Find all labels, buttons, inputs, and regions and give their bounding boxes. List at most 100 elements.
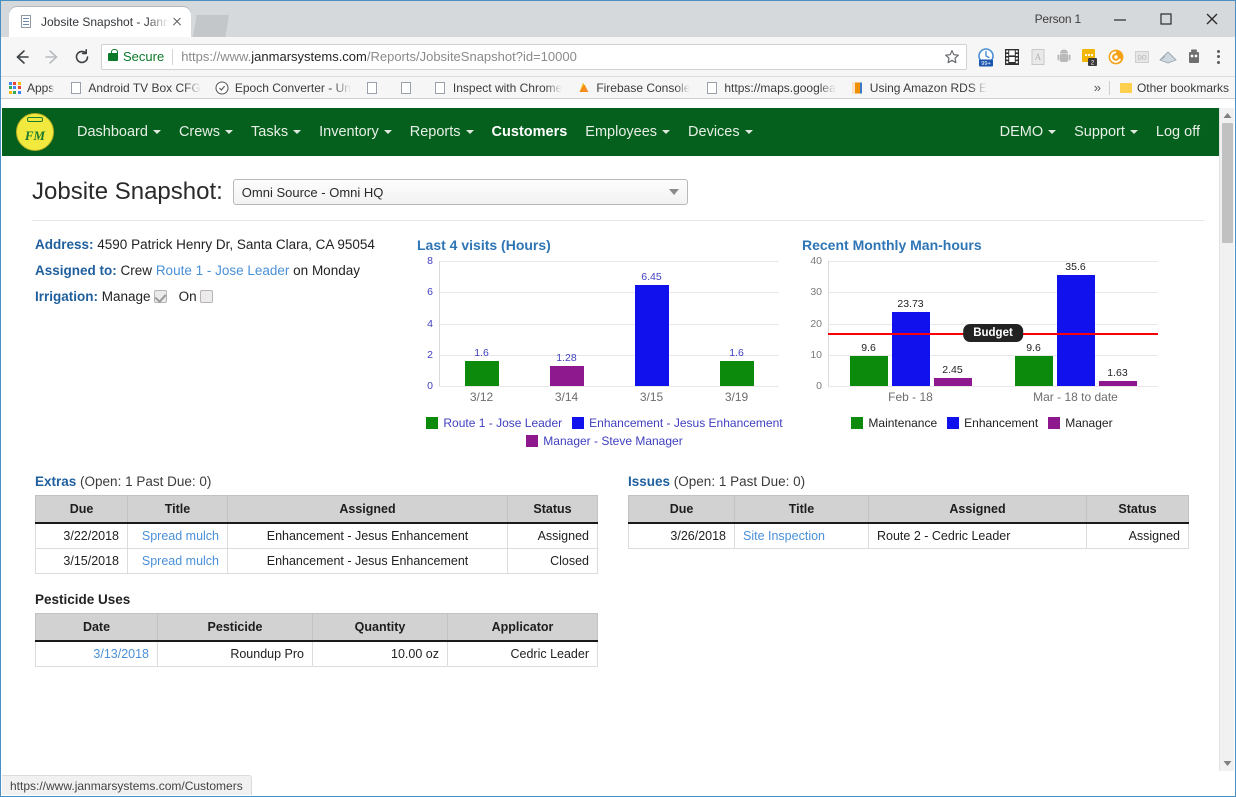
column-header-date[interactable]: Date — [36, 614, 158, 642]
cell-date-link[interactable]: 3/13/2018 — [36, 641, 158, 667]
table-row: 3/22/2018 Spread mulch Enhancement - Jes… — [36, 523, 598, 549]
bookmark-using-amazon-rds[interactable]: Using Amazon RDS E — [850, 80, 987, 95]
column-header-status[interactable]: Status — [508, 496, 598, 524]
chart-area: 024681.61.286.451.6 3/123/143/153/19 Rou… — [417, 261, 802, 448]
gridline — [439, 261, 779, 262]
column-header-pesticide[interactable]: Pesticide — [158, 614, 313, 642]
nav-item-support[interactable]: Support — [1065, 118, 1147, 146]
cell-assigned: Route 2 - Cedric Leader — [869, 523, 1087, 549]
address-bar[interactable]: Secure https://www.janmarsystems.com/Rep… — [101, 44, 967, 70]
nav-item-reports[interactable]: Reports — [401, 118, 483, 146]
column-header-status[interactable]: Status — [1087, 496, 1189, 524]
nav-item-inventory[interactable]: Inventory — [310, 118, 401, 146]
extension-icon-timer[interactable]: 99+ — [973, 42, 999, 72]
legend-item[interactable]: Manager - Steve Manager — [526, 434, 682, 448]
bookmark-apps[interactable]: Apps — [7, 80, 54, 95]
nav-item-tasks[interactable]: Tasks — [242, 118, 310, 146]
chart-bar[interactable] — [465, 361, 499, 386]
legend-swatch — [426, 417, 438, 429]
bookmark-android-tv-box-cfg[interactable]: Android TV Box CFG — [68, 80, 201, 95]
browser-tab[interactable]: Jobsite Snapshot - Janma — [9, 7, 191, 37]
assigned-line: Assigned to: Crew Route 1 - Jose Leader … — [35, 263, 417, 278]
cell-title-link[interactable]: Spread mulch — [128, 523, 228, 549]
x-axis-tick: 3/15 — [640, 390, 663, 404]
column-header-title[interactable]: Title — [735, 496, 869, 524]
gridline — [439, 324, 779, 325]
chevron-down-icon — [384, 130, 392, 134]
chart-bar[interactable] — [1015, 356, 1053, 386]
bookmark-epoch-converter[interactable]: Epoch Converter - Un — [215, 80, 351, 95]
y-axis-tick: 10 — [810, 349, 822, 361]
column-header-assigned[interactable]: Assigned — [228, 496, 508, 524]
bookmark-icon-only-1[interactable] — [365, 80, 385, 95]
irrigation-line: Irrigation: Manage On — [35, 289, 417, 304]
legend-item[interactable]: Maintenance — [851, 416, 937, 430]
chart-bar[interactable] — [850, 356, 888, 386]
legend-item[interactable]: Manager — [1048, 416, 1112, 430]
page-scrollbar[interactable] — [1219, 108, 1234, 771]
column-header-title[interactable]: Title — [128, 496, 228, 524]
extension-icon-gray-box[interactable]: DO — [1129, 42, 1155, 72]
extension-icon-robot[interactable] — [1181, 42, 1207, 72]
column-header-quantity[interactable]: Quantity — [313, 614, 448, 642]
address-line: Address: 4590 Patrick Henry Dr, Santa Cl… — [35, 237, 417, 252]
column-header-due[interactable]: Due — [36, 496, 128, 524]
bookmark-firebase-console[interactable]: Firebase Console — [576, 80, 690, 95]
chart-bar[interactable] — [934, 378, 972, 386]
bookmark-label: Android TV Box CFG — [88, 81, 201, 95]
chart-bar[interactable] — [892, 312, 930, 386]
legend-item[interactable]: Route 1 - Jose Leader — [426, 416, 562, 430]
scroll-down-icon[interactable] — [1220, 756, 1234, 771]
extension-icon-pdf[interactable]: A — [1025, 42, 1051, 72]
other-bookmarks-label[interactable]: Other bookmarks — [1137, 81, 1229, 95]
bookmarks-overflow-icon[interactable]: » — [1094, 80, 1101, 95]
profile-label[interactable]: Person 1 — [1035, 12, 1081, 26]
chevron-down-icon — [153, 130, 161, 134]
close-window-button[interactable] — [1189, 4, 1235, 34]
bookmark-icon-only-2[interactable] — [399, 80, 419, 95]
bookmark-star-icon[interactable] — [944, 49, 960, 65]
chart-bar[interactable] — [1057, 275, 1095, 386]
bookmark-inspect-with-chrome[interactable]: Inspect with Chrome — [433, 80, 562, 95]
back-icon[interactable] — [7, 42, 37, 72]
column-header-applicator[interactable]: Applicator — [448, 614, 598, 642]
nav-item-log-off[interactable]: Log off — [1147, 118, 1209, 146]
page-icon — [433, 80, 448, 95]
minimize-button[interactable] — [1097, 4, 1143, 34]
extension-icon-android[interactable] — [1051, 42, 1077, 72]
bookmark-maps-google[interactable]: https://maps.googlea — [704, 80, 835, 95]
cell-title-link[interactable]: Spread mulch — [128, 549, 228, 574]
cell-title-link[interactable]: Site Inspection — [735, 523, 869, 549]
chart-bar[interactable] — [550, 366, 584, 386]
legend-item[interactable]: Enhancement - Jesus Enhancement — [572, 416, 782, 430]
chart-bar[interactable] — [720, 361, 754, 386]
scroll-up-icon[interactable] — [1220, 108, 1234, 123]
manage-checkbox[interactable] — [154, 290, 167, 303]
assigned-crew-link[interactable]: Route 1 - Jose Leader — [156, 263, 290, 278]
scrollbar-thumb[interactable] — [1222, 123, 1233, 243]
nav-item-employees[interactable]: Employees — [576, 118, 679, 146]
app-logo[interactable]: FM — [16, 113, 54, 151]
forward-icon[interactable] — [37, 42, 67, 72]
reload-icon[interactable] — [67, 42, 97, 72]
nav-item-dashboard[interactable]: Dashboard — [68, 118, 170, 146]
maximize-button[interactable] — [1143, 4, 1189, 34]
extension-icon-film[interactable] — [999, 42, 1025, 72]
nav-item-crews[interactable]: Crews — [170, 118, 242, 146]
column-header-due[interactable]: Due — [629, 496, 735, 524]
column-header-assigned[interactable]: Assigned — [869, 496, 1087, 524]
legend-swatch — [851, 417, 863, 429]
jobsite-select[interactable]: Omni Source - Omni HQ — [233, 179, 688, 205]
extension-icon-orange[interactable] — [1103, 42, 1129, 72]
nav-item-demo[interactable]: DEMO — [991, 118, 1066, 146]
chart-bar[interactable] — [635, 285, 669, 386]
extension-icon-notes[interactable]: 2 — [1077, 42, 1103, 72]
on-checkbox[interactable] — [200, 290, 213, 303]
chrome-menu-icon[interactable] — [1207, 42, 1229, 72]
nav-item-devices[interactable]: Devices — [679, 118, 762, 146]
close-tab-icon[interactable] — [169, 14, 185, 30]
nav-item-customers[interactable]: Customers — [483, 118, 577, 146]
extension-icon-envelope[interactable] — [1155, 42, 1181, 72]
legend-item[interactable]: Enhancement — [947, 416, 1038, 430]
new-tab-button[interactable] — [193, 15, 229, 37]
